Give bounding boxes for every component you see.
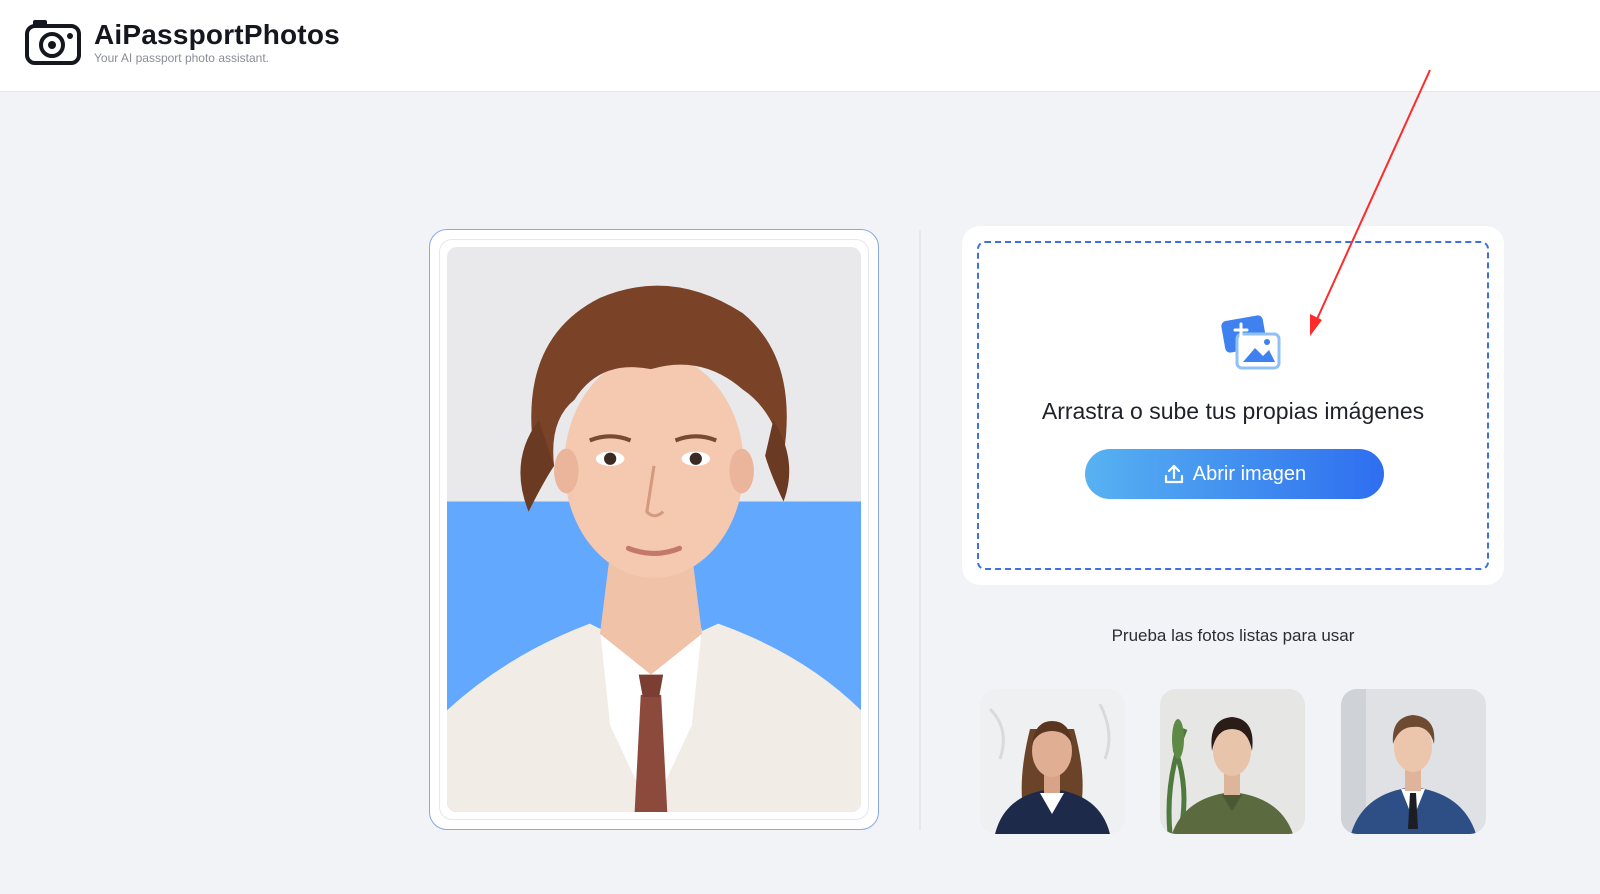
- vertical-divider: [919, 230, 921, 830]
- open-image-button[interactable]: Abrir imagen: [1085, 449, 1384, 499]
- drop-instructions: Arrastra o sube tus propias imágenes: [1041, 398, 1425, 424]
- preview-inner: [439, 239, 869, 820]
- top-bar: AiPassportPhotos Your AI passport photo …: [0, 0, 1600, 92]
- upload-icon: [1164, 464, 1183, 484]
- add-image-icon: [1221, 315, 1281, 370]
- sample-photo-3[interactable]: [1341, 689, 1486, 834]
- open-image-label: Abrir imagen: [1192, 462, 1307, 485]
- camera-icon: [25, 20, 81, 65]
- samples-title: Prueba las fotos listas para usar: [1111, 626, 1355, 645]
- brand-tagline: Your AI passport photo assistant.: [94, 51, 270, 66]
- preview-frame: [429, 229, 879, 830]
- sample-man-suit: [1341, 689, 1486, 834]
- passport-photo-preview: [447, 247, 861, 812]
- brand-name: AiPassportPhotos: [94, 18, 340, 50]
- sample-woman-blazer: [980, 689, 1125, 834]
- sample-photo-1[interactable]: [980, 689, 1125, 834]
- logo[interactable]: AiPassportPhotos Your AI passport photo …: [24, 18, 340, 66]
- sample-photo-2[interactable]: [1160, 689, 1305, 834]
- upload-dropzone[interactable]: Arrastra o sube tus propias imágenes Abr…: [977, 241, 1489, 570]
- upload-card: Arrastra o sube tus propias imágenes Abr…: [962, 226, 1504, 585]
- sample-woman-green-shirt: [1160, 689, 1305, 834]
